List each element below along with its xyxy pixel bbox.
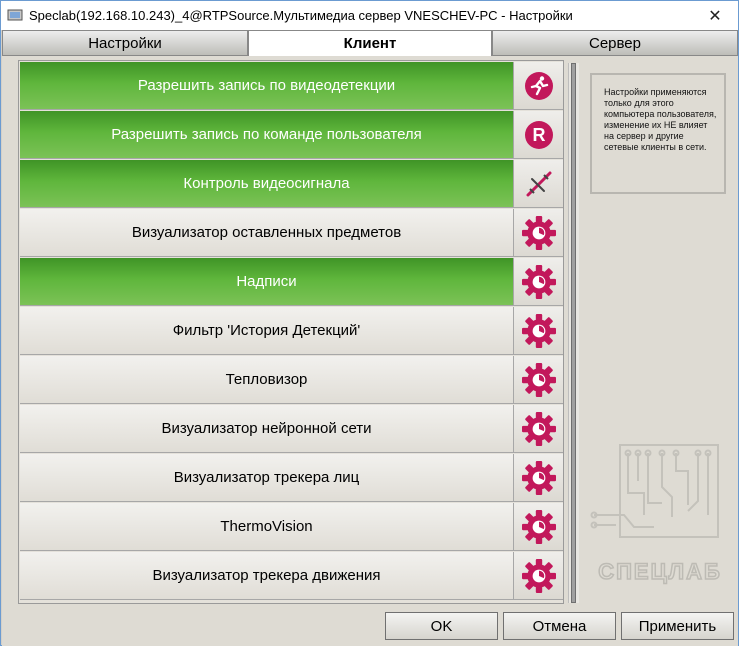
plugin-row[interactable]: Тепловизор [20,356,563,404]
tab-label: Настройки [88,34,162,52]
tab-bar: Настройки Клиент Сервер [2,30,738,56]
plugin-settings-button[interactable] [514,356,563,403]
plugin-toggle-label[interactable]: Разрешить запись по видеодетекции [20,62,514,109]
plugin-toggle-label[interactable]: Фильтр 'История Детекций' [20,307,514,354]
plugin-toggle-label[interactable]: Визуализатор трекера движения [20,552,514,599]
tab-server[interactable]: Сервер [492,30,738,56]
scrollbar-thumb[interactable] [571,63,576,603]
close-button[interactable]: ✕ [692,1,738,30]
window-title: Speclab(192.168.10.243)_4@RTPSource.Муль… [29,8,573,23]
plugin-icon-cell: R [514,111,563,158]
logo-text: СПЕЦЛАБ [598,559,722,584]
plugin-row[interactable]: Разрешить запись по команде пользователя… [20,111,563,159]
plugin-settings-button[interactable] [514,454,563,501]
plugin-toggle-label[interactable]: Визуализатор трекера лиц [20,454,514,501]
plugin-list: Визуализатор трекера движения ThermoVisio… [18,60,579,604]
gear-icon [521,215,556,250]
svg-text:R: R [532,125,545,145]
info-note: Настройки применяются только для этого к… [590,73,726,194]
apply-button[interactable]: Применить [621,612,734,640]
plugin-toggle-label[interactable]: Визуализатор нейронной сети [20,405,514,452]
speclab-logo: СПЕЦЛАБ [590,444,722,585]
plugin-toggle-label[interactable]: Контроль видеосигнала [20,160,514,207]
tab-label: Сервер [588,34,641,52]
plugin-settings-button[interactable] [514,258,563,305]
plugin-toggle-label[interactable]: ThermoVision [20,503,514,550]
cancel-button[interactable]: Отмена [503,612,616,640]
tab-label: Клиент [343,35,397,52]
plugin-settings-button[interactable] [514,503,563,550]
plugin-icon-cell [514,62,563,109]
plugin-settings-button[interactable] [514,209,563,256]
scrollbar[interactable] [568,63,579,603]
tab-settings[interactable]: Настройки [2,30,248,56]
settings-window: Speclab(192.168.10.243)_4@RTPSource.Муль… [0,0,739,646]
gear-icon [521,313,556,348]
plugin-toggle-label[interactable]: Разрешить запись по команде пользователя [20,111,514,158]
plugin-row[interactable]: Фильтр 'История Детекций' [20,307,563,355]
client-tab-panel: Визуализатор трекера движения ThermoVisio… [2,56,738,606]
gear-icon [521,362,556,397]
plugin-toggle-label[interactable]: Надписи [20,258,514,305]
plugin-settings-button[interactable] [514,307,563,354]
plugin-row[interactable]: Контроль видеосигнала [20,160,563,208]
plugin-icon-cell [514,160,563,207]
gear-icon [521,264,556,299]
plugin-toggle-label[interactable]: Визуализатор оставленных предметов [20,209,514,256]
button-bar: OK Отмена Применить [2,606,738,646]
tab-client[interactable]: Клиент [248,30,492,56]
record-r-icon: R [524,120,554,150]
app-icon [7,9,23,21]
gear-icon [521,558,556,593]
gear-icon [521,411,556,446]
ok-button[interactable]: OK [385,612,498,640]
signal-broken-icon [524,169,554,199]
plugin-row[interactable]: Визуализатор нейронной сети [20,405,563,453]
gear-icon [521,460,556,495]
title-bar: Speclab(192.168.10.243)_4@RTPSource.Муль… [1,1,738,30]
plugin-row[interactable]: Надписи [20,258,563,306]
plugin-row[interactable]: Визуализатор оставленных предметов [20,209,563,257]
plugin-toggle-label[interactable]: Тепловизор [20,356,514,403]
plugin-row[interactable]: Разрешить запись по видеодетекции [20,62,563,110]
plugin-settings-button[interactable] [514,552,563,599]
close-icon: ✕ [708,7,722,25]
gear-icon [521,509,556,544]
plugin-settings-button[interactable] [514,405,563,452]
plugin-row[interactable]: Визуализатор трекера лиц [20,454,563,502]
plugin-row[interactable]: ThermoVision [20,503,563,551]
plugin-row[interactable]: Визуализатор трекера движения [20,552,563,600]
running-person-icon [524,71,554,101]
